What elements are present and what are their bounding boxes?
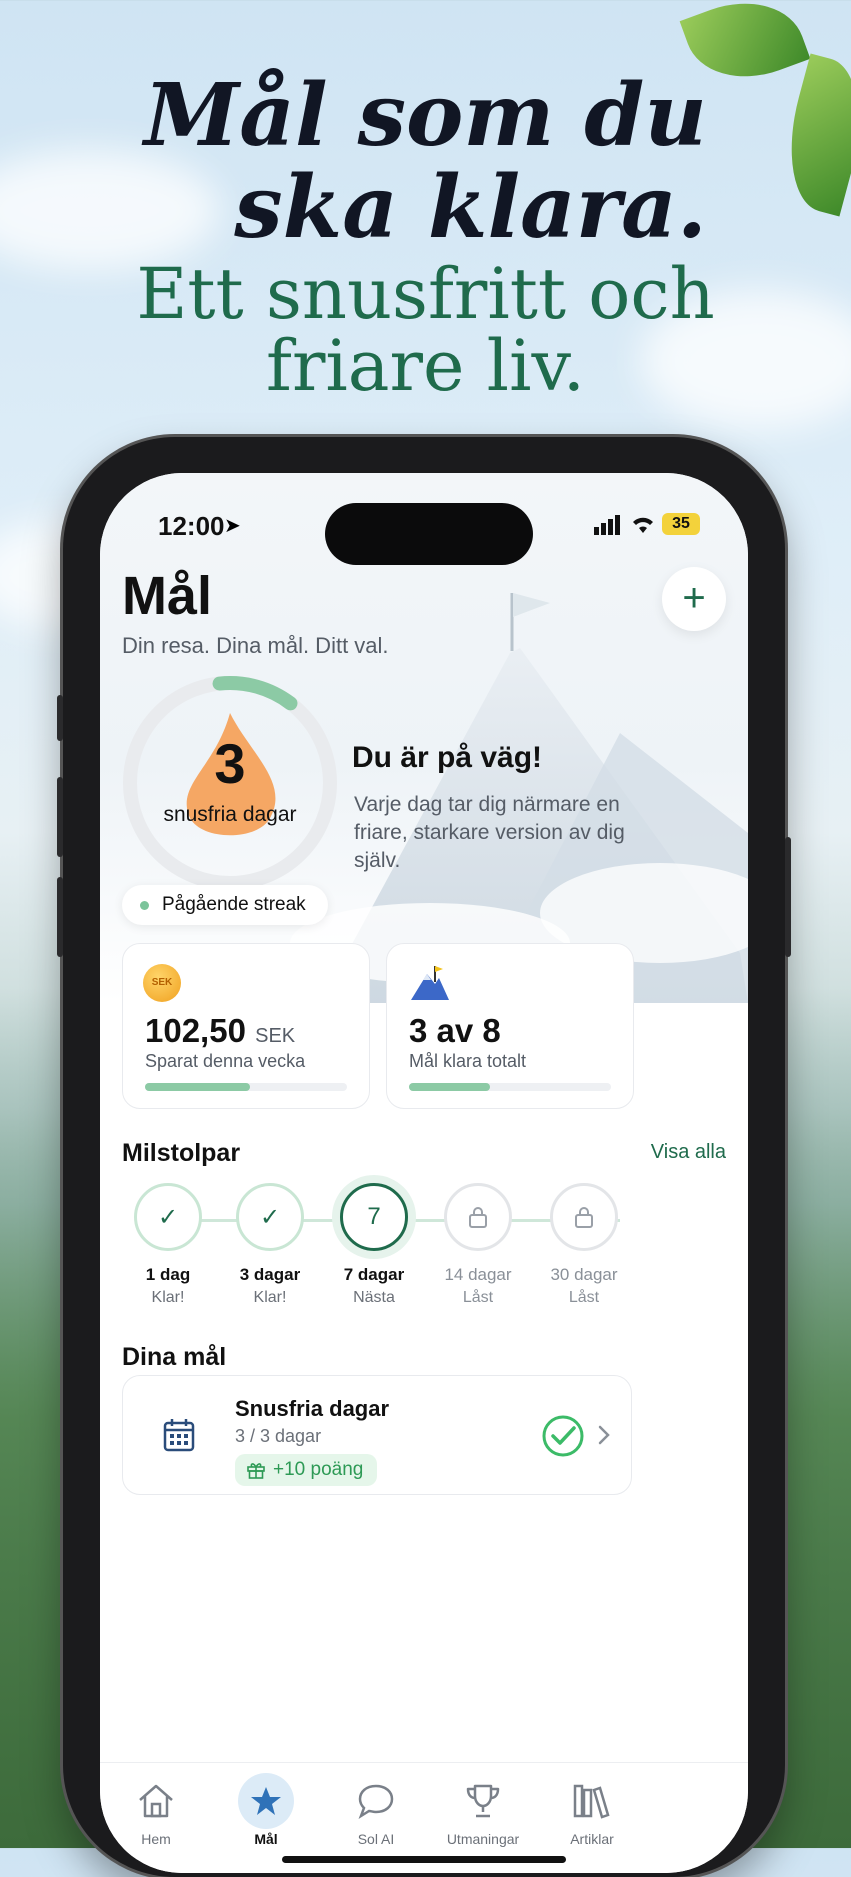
tab-articles[interactable]: Artiklar — [537, 1777, 647, 1847]
mountain-flag-icon — [411, 966, 449, 1000]
tab-label: Hem — [141, 1831, 171, 1847]
tab-home[interactable]: Hem — [101, 1777, 211, 1847]
chevron-right-icon — [598, 1425, 610, 1445]
app-screen: 12:00 ➤ 35 Mål Din resa. Dina mål. Ditt … — [100, 473, 748, 1873]
page-title: Mål — [122, 566, 213, 626]
phone-frame: 12:00 ➤ 35 Mål Din resa. Dina mål. Ditt … — [57, 437, 791, 1877]
tab-goals[interactable]: Mål — [211, 1773, 321, 1847]
streak-pill-label: Pågående streak — [162, 894, 306, 915]
hero-line: Mål som du — [144, 65, 707, 166]
lock-icon — [444, 1183, 512, 1251]
milestone-label: 14 dagar — [444, 1265, 512, 1284]
star-icon — [238, 1773, 294, 1829]
location-arrow-icon: ➤ — [224, 515, 241, 537]
page-subtitle: Din resa. Dina mål. Ditt val. — [122, 633, 389, 658]
check-icon: ✓ — [134, 1183, 202, 1251]
savings-progress-bar — [145, 1083, 347, 1091]
side-button — [57, 777, 63, 857]
check-circle-icon — [542, 1415, 584, 1457]
coin-icon: SEK — [143, 964, 181, 1002]
encouragement-headline: Du är på väg! — [352, 741, 543, 774]
hero-line: ska klara. — [234, 157, 707, 258]
status-dot — [140, 901, 149, 910]
tab-label: Utmaningar — [446, 1831, 520, 1847]
milestone-label: 7 dagar — [343, 1265, 405, 1284]
battery-indicator: 35 — [662, 513, 700, 535]
milestone-status: Klar! — [151, 1289, 185, 1306]
encouragement-body: Varje dag tar dig närmare en friare, sta… — [354, 793, 625, 872]
savings-amount: 102,50 — [145, 1012, 246, 1049]
books-icon — [568, 1777, 616, 1825]
see-all-milestones-link[interactable]: Visa alla — [651, 1141, 726, 1164]
progress-fill — [145, 1083, 251, 1091]
trophy-icon — [459, 1777, 507, 1825]
goals-total-card[interactable]: 3 av 8 Mål klara totalt — [386, 943, 634, 1109]
goals-progress-bar — [409, 1083, 611, 1091]
clock: 12:00 — [158, 511, 225, 541]
tab-label: Sol AI — [357, 1831, 395, 1847]
gift-icon — [247, 1463, 265, 1479]
side-button — [57, 695, 63, 741]
milestone-14-days[interactable]: 14 dagar Låst — [428, 1183, 528, 1307]
lock-icon — [550, 1183, 618, 1251]
tab-challenges[interactable]: Utmaningar — [428, 1777, 538, 1847]
tab-bar: Hem Mål Sol AI Utmaningar Artiklar — [100, 1762, 748, 1873]
reward-badge: +10 poäng — [235, 1454, 378, 1486]
side-button — [785, 837, 791, 957]
savings-card[interactable]: SEK 102,50 SEK Sparat denna vecka — [122, 943, 370, 1109]
milestone-label: 30 dagar — [550, 1265, 618, 1284]
home-icon — [132, 1777, 180, 1825]
milestone-status: Klar! — [253, 1289, 287, 1306]
side-button — [57, 877, 63, 957]
chat-bubble-icon — [352, 1777, 400, 1825]
tab-label: Mål — [254, 1831, 278, 1847]
home-indicator — [282, 1856, 566, 1863]
goals-total-value: 3 av 8 — [409, 1012, 501, 1049]
streak-days-label: snusfria dagar — [163, 803, 297, 826]
add-goal-button[interactable]: + — [662, 567, 726, 631]
goal-progress: 3 / 3 dagar — [235, 1426, 322, 1446]
milestone-7-days[interactable]: 7 7 dagar Nästa — [324, 1183, 424, 1307]
goals-total-label: Mål klara totalt — [409, 1051, 527, 1071]
goals-title: Dina mål — [122, 1343, 227, 1371]
progress-fill — [409, 1083, 490, 1091]
hero-heading: Mål som du ska klara. — [0, 70, 851, 254]
milestone-status: Nästa — [353, 1289, 395, 1306]
savings-value: 102,50 SEK — [145, 1012, 295, 1050]
wifi-icon — [633, 517, 653, 533]
hero-subheading: Ett snusfritt och friare liv. — [0, 258, 851, 402]
milestone-status: Låst — [568, 1289, 600, 1306]
reward-label: +10 poäng — [273, 1459, 364, 1480]
status-bar: 12:00 ➤ 35 — [100, 503, 748, 565]
tab-label: Artiklar — [570, 1831, 614, 1847]
milestone-status: Låst — [462, 1289, 494, 1306]
streak-days-value: 3 — [214, 732, 246, 795]
milestone-label: 1 dag — [145, 1265, 191, 1284]
goal-title: Snusfria dagar — [235, 1396, 390, 1421]
cellular-signal-icon — [594, 515, 620, 535]
savings-label: Sparat denna vecka — [145, 1051, 306, 1071]
dynamic-island — [325, 503, 533, 565]
streak-pill: Pågående streak — [122, 885, 328, 925]
hero-line: Ett snusfritt och — [136, 253, 715, 335]
hero-line: friare liv. — [266, 325, 585, 407]
milestone-next-badge: 7 — [340, 1183, 408, 1251]
goal-card-snus-free-days[interactable]: Snusfria dagar 3 / 3 dagar +10 poäng — [122, 1375, 632, 1495]
milestone-label: 3 dagar — [239, 1265, 301, 1284]
milestone-1-day[interactable]: ✓ 1 dag Klar! — [118, 1183, 218, 1307]
tab-sol-ai[interactable]: Sol AI — [321, 1777, 431, 1847]
milestone-30-days[interactable]: 30 dagar Låst — [534, 1183, 634, 1307]
check-icon: ✓ — [236, 1183, 304, 1251]
calendar-icon — [163, 1419, 195, 1452]
milestones-title: Milstolpar — [122, 1139, 241, 1167]
milestone-3-days[interactable]: ✓ 3 dagar Klar! — [220, 1183, 320, 1307]
savings-unit: SEK — [255, 1025, 296, 1047]
